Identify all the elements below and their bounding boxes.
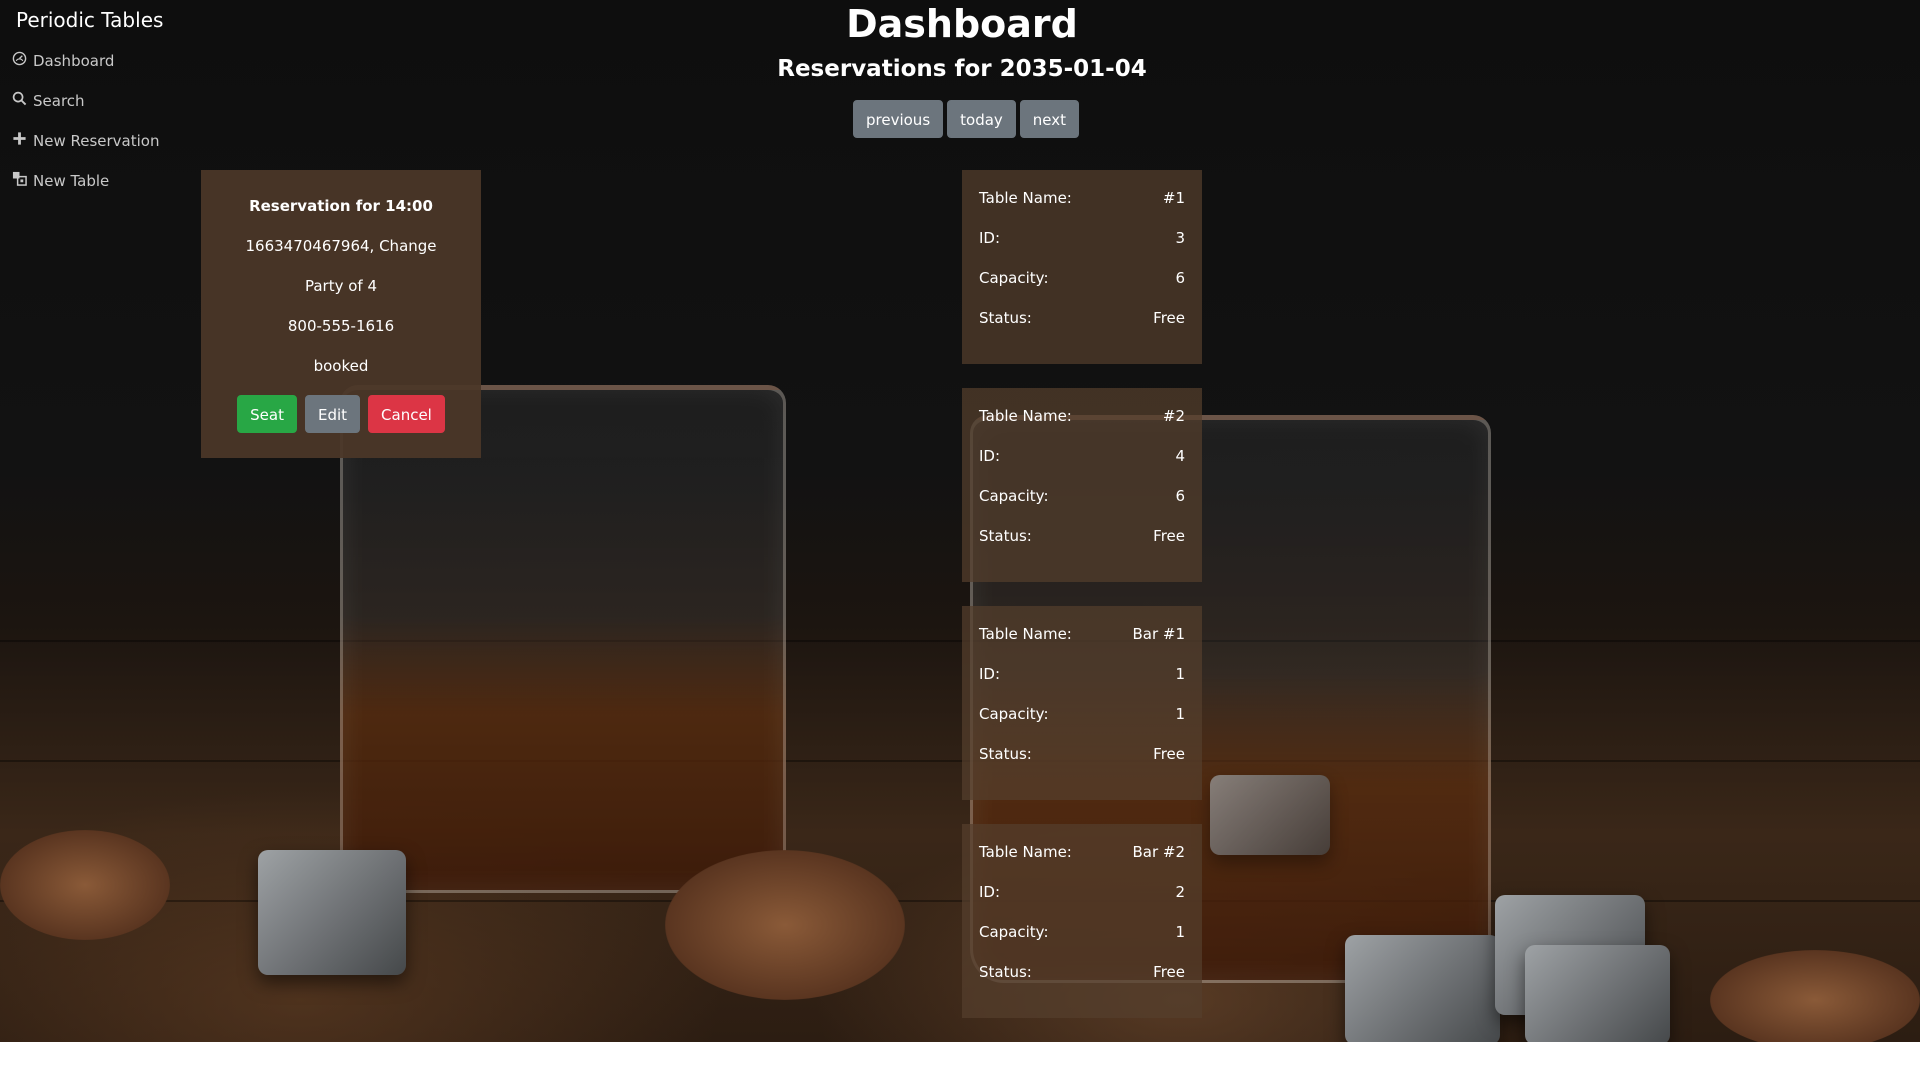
edit-button[interactable]: Edit	[304, 395, 361, 433]
table-id-row: ID: 3	[979, 229, 1185, 247]
table-status-value: Free	[1153, 963, 1185, 981]
next-button[interactable]: next	[1019, 100, 1080, 138]
table-id-value: 4	[1175, 447, 1185, 465]
table-name-label: Table Name:	[979, 843, 1072, 861]
table-id-value: 2	[1175, 883, 1185, 901]
table-capacity-row: Capacity: 1	[979, 923, 1185, 941]
page-title: Dashboard	[846, 2, 1078, 46]
reservation-title: Reservation for 14:00	[249, 197, 433, 215]
table-status-value: Free	[1153, 527, 1185, 545]
table-name-value: Bar #2	[1132, 843, 1185, 861]
wood-plank-line	[0, 640, 1920, 642]
date-navigation: previous today next	[853, 100, 1080, 138]
table-status-value: Free	[1153, 309, 1185, 327]
dried-leaf	[665, 850, 905, 1000]
reservation-actions: Seat Edit Cancel	[201, 395, 481, 433]
table-capacity-value: 1	[1175, 705, 1185, 723]
table-name-row: Table Name: #2	[979, 407, 1185, 425]
table-card: Table Name: Bar #2 ID: 2 Capacity: 1 Status…	[962, 824, 1202, 1018]
sidebar-item-search[interactable]: Search	[12, 91, 85, 110]
page-subtitle: Reservations for 2035-01-04	[777, 56, 1147, 82]
table-card: Table Name: Bar #1 ID: 1 Capacity: 1 Status…	[962, 606, 1202, 800]
table-capacity-value: 6	[1175, 487, 1185, 505]
table-status-label: Status:	[979, 527, 1032, 545]
table-id-value: 1	[1175, 665, 1185, 683]
table-status-row: Status: Free	[979, 745, 1185, 763]
table-capacity-row: Capacity: 1	[979, 705, 1185, 723]
table-capacity-label: Capacity:	[979, 487, 1049, 505]
whiskey-stone	[1345, 935, 1500, 1042]
table-capacity-value: 1	[1175, 923, 1185, 941]
table-name-row: Table Name: Bar #1	[979, 625, 1185, 643]
cancel-button[interactable]: Cancel	[368, 395, 445, 433]
table-id-label: ID:	[979, 447, 1001, 465]
table-status-label: Status:	[979, 963, 1032, 981]
reservation-phone: 800-555-1616	[287, 317, 395, 335]
table-name-value: #2	[1162, 407, 1185, 425]
table-name-value: #1	[1162, 189, 1185, 207]
previous-button[interactable]: previous	[853, 100, 944, 138]
sidebar-item-new-table[interactable]: New Table	[12, 171, 109, 190]
table-capacity-row: Capacity: 6	[979, 487, 1185, 505]
table-id-label: ID:	[979, 665, 1001, 683]
table-status-row: Status: Free	[979, 309, 1185, 327]
table-status-row: Status: Free	[979, 963, 1185, 981]
wood-plank-line	[0, 760, 1920, 762]
table-name-row: Table Name: #1	[979, 189, 1185, 207]
background-photo: Periodic Tables Dashboard Search New Res…	[0, 0, 1920, 1042]
whiskey-stone	[258, 850, 406, 975]
reservation-status: booked	[313, 357, 369, 375]
table-capacity-label: Capacity:	[979, 923, 1049, 941]
sidebar-item-new-reservation[interactable]: New Reservation	[12, 131, 159, 150]
dried-leaf	[0, 830, 170, 940]
table-id-label: ID:	[979, 883, 1001, 901]
reservation-card: Reservation for 14:00 1663470467964, Cha…	[201, 170, 481, 458]
table-capacity-value: 6	[1175, 269, 1185, 287]
today-button[interactable]: today	[947, 100, 1016, 138]
table-status-label: Status:	[979, 745, 1032, 763]
table-capacity-row: Capacity: 6	[979, 269, 1185, 287]
glass-left	[340, 385, 786, 893]
table-status-label: Status:	[979, 309, 1032, 327]
table-status-value: Free	[1153, 745, 1185, 763]
table-id-row: ID: 4	[979, 447, 1185, 465]
dried-leaf	[1710, 950, 1920, 1042]
table-name-value: Bar #1	[1132, 625, 1185, 643]
table-card: Table Name: #1 ID: 3 Capacity: 6 Status: Fre…	[962, 170, 1202, 364]
table-id-row: ID: 2	[979, 883, 1185, 901]
plus-icon	[12, 131, 27, 150]
reservation-name: 1663470467964, Change	[245, 237, 437, 255]
table-card: Table Name: #2 ID: 4 Capacity: 6 Status: Fre…	[962, 388, 1202, 582]
table-capacity-label: Capacity:	[979, 705, 1049, 723]
sidebar-item-label: New Table	[33, 171, 110, 190]
search-icon	[12, 91, 27, 110]
table-name-label: Table Name:	[979, 189, 1072, 207]
table-capacity-label: Capacity:	[979, 269, 1049, 287]
table-id-value: 3	[1175, 229, 1185, 247]
table-icon	[12, 171, 27, 190]
seat-button[interactable]: Seat	[237, 395, 297, 433]
table-name-row: Table Name: Bar #2	[979, 843, 1185, 861]
table-id-label: ID:	[979, 229, 1001, 247]
table-id-row: ID: 1	[979, 665, 1185, 683]
table-status-row: Status: Free	[979, 527, 1185, 545]
whiskey-stone	[1210, 775, 1330, 855]
sidebar-item-label: Search	[33, 91, 85, 110]
sidebar-item-label: New Reservation	[33, 131, 160, 150]
table-name-label: Table Name:	[979, 625, 1072, 643]
table-name-label: Table Name:	[979, 407, 1072, 425]
reservation-party-size: Party of 4	[304, 277, 378, 295]
whiskey-stone	[1525, 945, 1670, 1042]
